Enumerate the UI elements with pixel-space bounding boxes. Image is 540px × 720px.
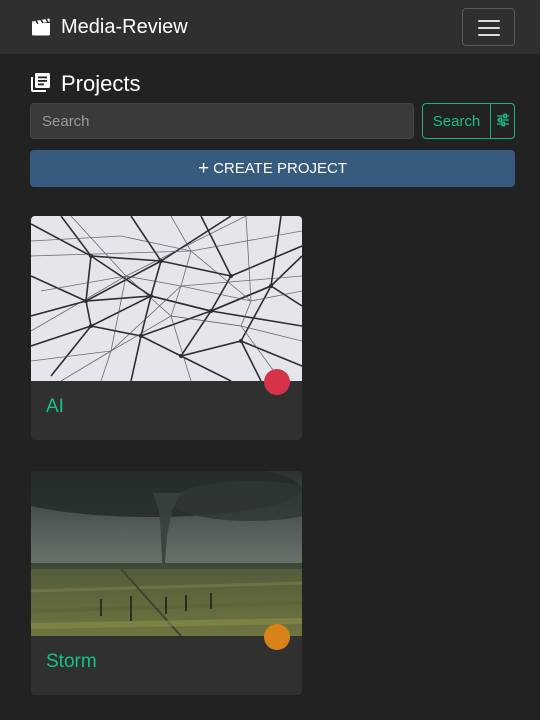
page-title: Projects — [61, 71, 141, 96]
sliders-icon — [496, 113, 510, 130]
brand-link[interactable]: Media-Review — [31, 14, 188, 40]
search-input[interactable] — [30, 103, 414, 139]
plus-icon: + — [197, 158, 210, 179]
project-thumbnail[interactable] — [31, 471, 302, 636]
create-project-label: CREATE PROJECT — [213, 160, 347, 177]
project-card[interactable]: Storm — [31, 471, 302, 695]
status-indicator — [264, 624, 290, 650]
project-thumbnail[interactable] — [31, 216, 302, 381]
project-title[interactable]: Storm — [46, 651, 97, 673]
hamburger-menu-icon — [478, 20, 500, 22]
project-card[interactable]: AI — [31, 216, 302, 440]
search-button[interactable]: Search — [422, 103, 491, 139]
create-project-button[interactable]: + CREATE PROJECT — [30, 150, 515, 187]
brand-name: Media-Review — [61, 15, 188, 38]
page-heading: Projects — [31, 70, 140, 98]
filter-button[interactable] — [490, 103, 515, 139]
menu-toggle-button[interactable] — [462, 8, 515, 46]
project-list-icon — [31, 72, 51, 97]
navbar: Media-Review — [0, 0, 540, 54]
status-indicator — [264, 369, 290, 395]
project-title[interactable]: AI — [46, 396, 64, 418]
film-clapper-icon — [31, 18, 51, 36]
